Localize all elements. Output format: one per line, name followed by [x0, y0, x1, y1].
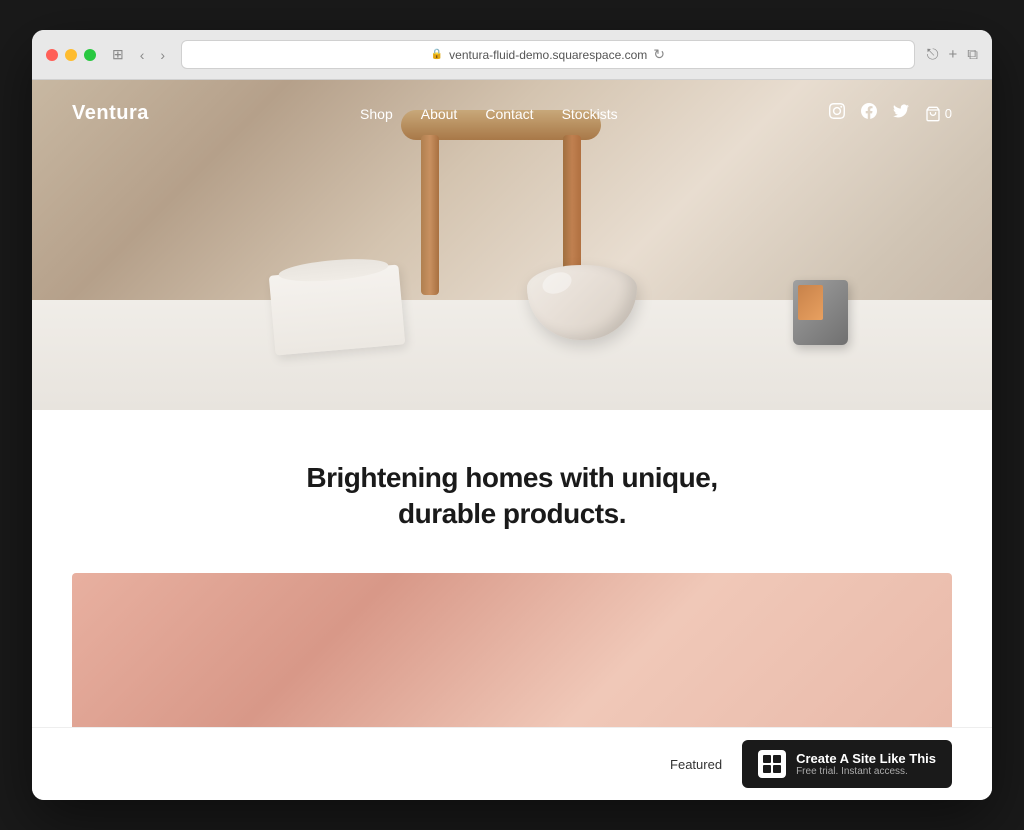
product-image-1: [72, 573, 952, 727]
sq-cell-4: [773, 765, 781, 773]
squarespace-icon: [763, 755, 781, 773]
refresh-icon[interactable]: ↻: [653, 46, 665, 63]
sq-cell-2: [773, 755, 781, 763]
product-card-1[interactable]: [72, 573, 952, 727]
tagline-line2: durable products.: [398, 498, 626, 529]
url-text: ventura-fluid-demo.squarespace.com: [449, 48, 647, 62]
table-surface: [32, 300, 992, 410]
traffic-lights: [46, 49, 96, 61]
nav-contact[interactable]: Contact: [485, 106, 533, 122]
site-nav: Ventura Shop About Contact Stockists: [32, 80, 992, 147]
site-logo[interactable]: Ventura: [72, 102, 149, 125]
sidebar-toggle-button[interactable]: ⊞: [108, 44, 128, 65]
nav-shop[interactable]: Shop: [360, 106, 393, 122]
small-cup: [793, 280, 848, 345]
create-site-text: Create A Site Like This Free trial. Inst…: [796, 751, 936, 777]
new-tab-icon[interactable]: +: [949, 46, 958, 63]
sq-cell-1: [763, 755, 771, 763]
nav-icons: 0: [829, 103, 952, 124]
content-section: Brightening homes with unique, durable p…: [32, 410, 992, 573]
share-icon[interactable]: ⎋: [927, 46, 939, 63]
forward-button[interactable]: ›: [156, 45, 169, 65]
lock-icon: 🔒: [431, 49, 443, 60]
instagram-icon[interactable]: [829, 103, 845, 124]
squarespace-logo: [758, 750, 786, 778]
browser-window: ⊞ ‹ › 🔒 ventura-fluid-demo.squarespace.c…: [32, 30, 992, 800]
twitter-icon[interactable]: [893, 103, 909, 124]
close-button[interactable]: [46, 49, 58, 61]
textile: [269, 264, 405, 355]
nav-links: Shop About Contact Stockists: [360, 106, 618, 122]
address-bar[interactable]: 🔒 ventura-fluid-demo.squarespace.com ↻: [181, 40, 915, 69]
bottom-bar: Featured Create A Site Like This Free tr…: [32, 727, 992, 800]
nav-stockists[interactable]: Stockists: [562, 106, 618, 122]
products-section: [32, 573, 992, 727]
browser-controls: ⊞ ‹ ›: [108, 44, 169, 65]
tagline: Brightening homes with unique, durable p…: [72, 460, 952, 533]
featured-label: Featured: [670, 757, 722, 772]
tabs-icon[interactable]: ⧉: [967, 46, 978, 63]
create-site-subtitle: Free trial. Instant access.: [796, 766, 936, 777]
cart-count: 0: [945, 106, 952, 121]
browser-actions: ⎋ + ⧉: [927, 46, 978, 63]
minimize-button[interactable]: [65, 49, 77, 61]
bowl-body: [527, 265, 637, 340]
chair-leg-left: [421, 135, 439, 295]
sq-cell-3: [763, 765, 771, 773]
browser-chrome: ⊞ ‹ › 🔒 ventura-fluid-demo.squarespace.c…: [32, 30, 992, 80]
back-button[interactable]: ‹: [136, 45, 149, 65]
website-wrapper: Ventura Shop About Contact Stockists: [32, 80, 992, 800]
tagline-line1: Brightening homes with unique,: [306, 462, 717, 493]
create-site-button[interactable]: Create A Site Like This Free trial. Inst…: [742, 740, 952, 788]
create-site-title: Create A Site Like This: [796, 751, 936, 766]
facebook-icon[interactable]: [861, 103, 877, 124]
nav-about[interactable]: About: [421, 106, 458, 122]
maximize-button[interactable]: [84, 49, 96, 61]
ceramic-bowl: [527, 265, 637, 340]
hero-section: Ventura Shop About Contact Stockists: [32, 80, 992, 410]
cart-icon[interactable]: 0: [925, 106, 952, 122]
